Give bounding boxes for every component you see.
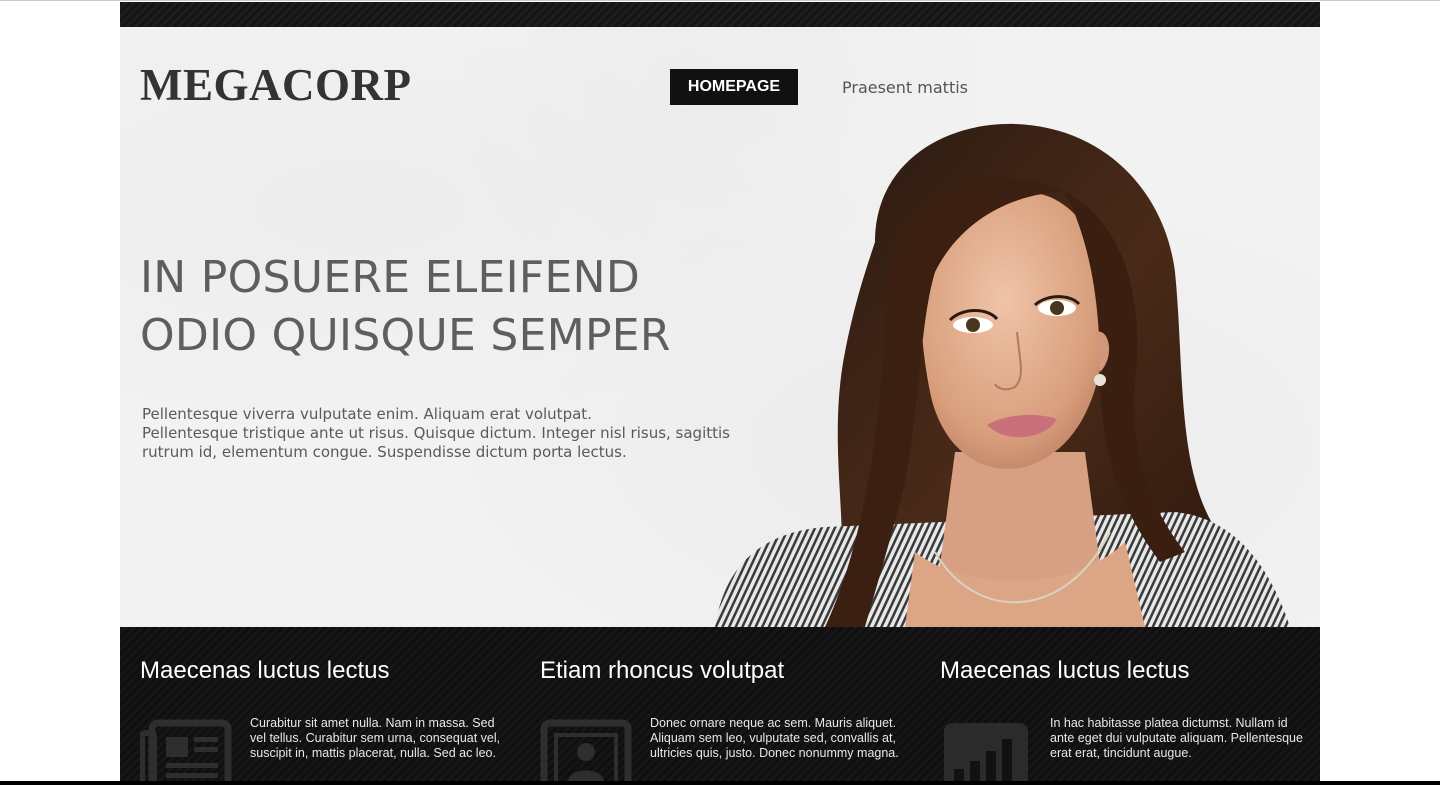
feature-text: In hac habitasse platea dictumst. Nullam… bbox=[1050, 716, 1303, 760]
hero-paragraph-line-2: Pellentesque tristique ante ut risus. Qu… bbox=[142, 424, 730, 442]
nav-praesent-mattis-link[interactable]: Praesent mattis bbox=[842, 69, 968, 105]
hero-headline-line-1: IN POSUERE ELEIFEND bbox=[140, 252, 641, 303]
feature-text: Curabitur sit amet nulla. Nam in massa. … bbox=[250, 716, 501, 760]
feature-column-1: Maecenas luctus lectus Curabitur sit ame… bbox=[120, 627, 500, 781]
hero-paragraph: Pellentesque viverra vulputate enim. Ali… bbox=[142, 405, 792, 462]
nav-homepage-button[interactable]: HOMEPAGE bbox=[670, 69, 798, 105]
feature-column-3: Maecenas luctus lectus In hac habitasse … bbox=[920, 627, 1303, 781]
window-bottom-border bbox=[0, 781, 1440, 785]
feature-text: Donec ornare neque ac sem. Mauris alique… bbox=[650, 716, 899, 760]
feature-title: Maecenas luctus lectus bbox=[940, 657, 1190, 684]
feature-column-2: Etiam rhoncus volutpat Donec ornare nequ… bbox=[520, 627, 900, 781]
newspaper-icon bbox=[140, 719, 232, 781]
feature-title: Etiam rhoncus volutpat bbox=[540, 657, 785, 684]
top-bar bbox=[120, 2, 1320, 27]
feature-title: Maecenas luctus lectus bbox=[140, 657, 390, 684]
hero-headline: IN POSUERE ELEIFEND ODIO QUISQUE SEMPER bbox=[140, 249, 780, 365]
page-container: MEGACORP HOMEPAGE Praesent mattis IN POS… bbox=[120, 2, 1320, 781]
bar-chart-icon bbox=[944, 723, 1028, 781]
hero-section: MEGACORP HOMEPAGE Praesent mattis IN POS… bbox=[120, 27, 1320, 627]
hero-paragraph-line-3: rutrum id, elementum congue. Suspendisse… bbox=[142, 443, 627, 461]
woman-portrait-image bbox=[715, 123, 1290, 627]
hero-paragraph-line-1: Pellentesque viverra vulputate enim. Ali… bbox=[142, 405, 592, 423]
id-card-icon bbox=[540, 719, 632, 781]
window-top-border bbox=[0, 0, 1440, 1]
site-logo[interactable]: MEGACORP bbox=[140, 59, 411, 111]
features-band: Maecenas luctus lectus Curabitur sit ame… bbox=[120, 627, 1320, 781]
hero-headline-line-2: ODIO QUISQUE SEMPER bbox=[140, 310, 671, 361]
